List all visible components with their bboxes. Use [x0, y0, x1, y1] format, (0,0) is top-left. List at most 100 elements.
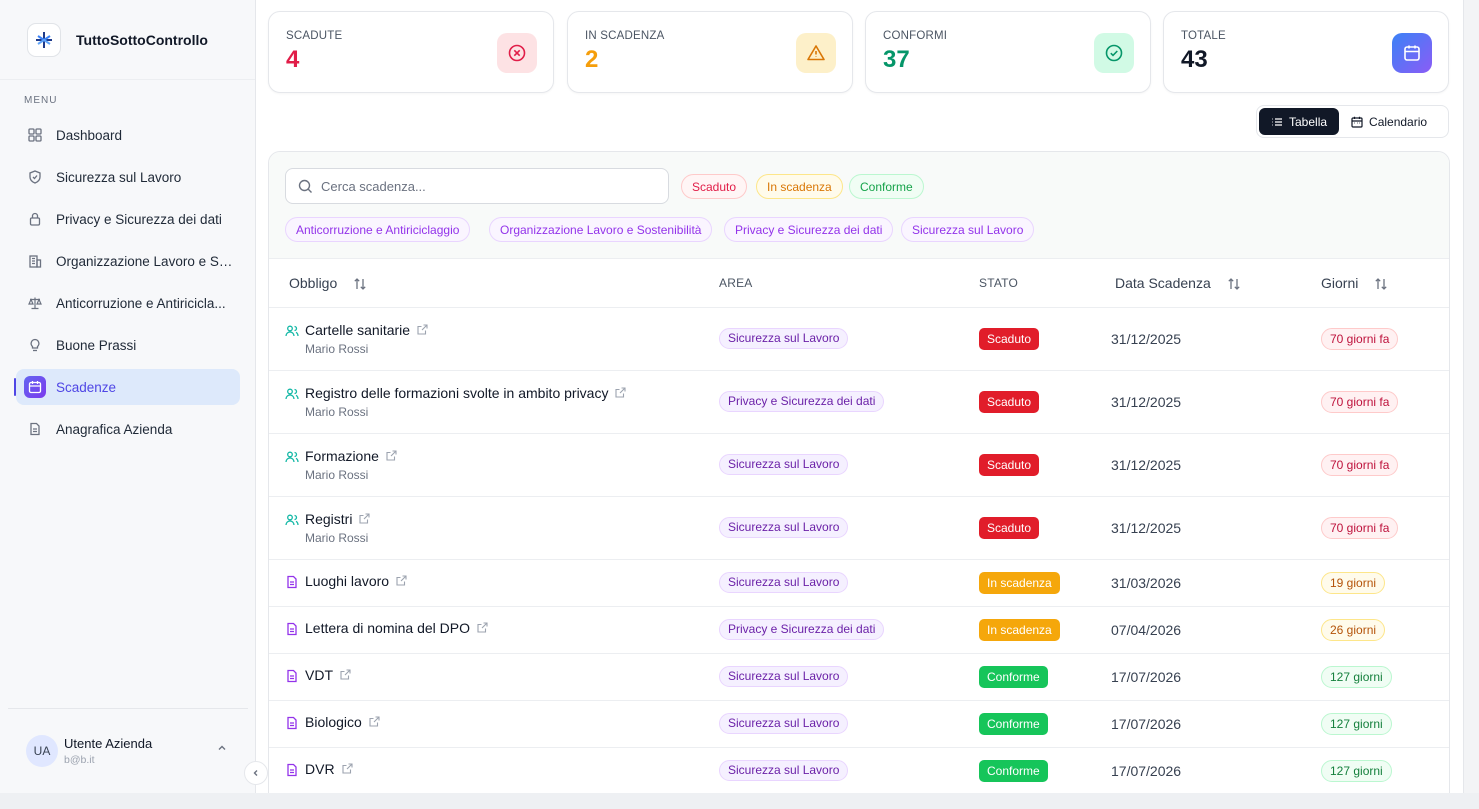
- external-link-icon[interactable]: [359, 511, 371, 527]
- status-badge: In scadenza: [979, 571, 1060, 594]
- cell-obbligo: Cartelle sanitarie Mario Rossi: [269, 307, 719, 371]
- table-row[interactable]: Lettera di nomina del DPO Privacy e Sicur…: [269, 606, 1449, 654]
- sidebar-item-anagrafica[interactable]: Anagrafica Azienda: [16, 411, 240, 447]
- filter-chip-conforme[interactable]: Conforme: [849, 174, 924, 199]
- filter-chip-organizzazione[interactable]: Organizzazione Lavoro e Sostenibilità: [489, 217, 713, 242]
- lock-icon: [24, 208, 46, 230]
- column-header-giorni[interactable]: Giorni: [1321, 259, 1449, 308]
- status-badge: Scaduto: [979, 516, 1040, 539]
- file-icon: [285, 667, 299, 686]
- external-link-icon[interactable]: [340, 667, 351, 683]
- tab-tabella[interactable]: Tabella: [1259, 108, 1340, 135]
- cell-data: 31/12/2025: [1111, 307, 1321, 371]
- table-row[interactable]: Registro delle formazioni svolte in ambi…: [269, 370, 1449, 434]
- sidebar-item-anticorruzione[interactable]: Anticorruzione e Antiricicla...: [16, 285, 240, 321]
- responsible-person: Mario Rossi: [305, 467, 369, 482]
- obligation-title[interactable]: Formazione: [305, 448, 379, 464]
- cell-obbligo: Lettera di nomina del DPO: [269, 606, 719, 654]
- cell-obbligo: Biologico: [269, 700, 719, 748]
- filters-bar: Scaduto In scadenza Conforme Anticorruzi…: [269, 152, 1449, 259]
- filter-chip-privacy[interactable]: Privacy e Sicurezza dei dati: [724, 217, 894, 242]
- tab-calendario[interactable]: Calendario: [1339, 108, 1439, 135]
- cell-stato: Conforme: [979, 653, 1111, 701]
- sidebar-item-label: Anticorruzione e Antiricicla...: [56, 295, 226, 311]
- sidebar-item-sicurezza-lavoro[interactable]: Sicurezza sul Lavoro: [16, 159, 240, 195]
- stat-value: 4: [286, 46, 300, 73]
- status-badge: Conforme: [979, 759, 1048, 782]
- filter-chip-in-scadenza[interactable]: In scadenza: [756, 174, 843, 199]
- column-header-label: Data Scadenza: [1115, 274, 1211, 291]
- cell-area: Privacy e Sicurezza dei dati: [719, 606, 979, 654]
- page-scrollbar[interactable]: [1463, 0, 1479, 793]
- chevron-up-icon[interactable]: [216, 741, 228, 759]
- user-email: b@b.it: [64, 754, 95, 766]
- sidebar: TuttoSottoControllo MENU Dashboard Sicur…: [0, 0, 256, 793]
- file-icon: [285, 573, 299, 592]
- external-link-icon[interactable]: [369, 714, 380, 730]
- external-link-icon[interactable]: [615, 385, 627, 401]
- filter-chip-sicurezza[interactable]: Sicurezza sul Lavoro: [901, 217, 1035, 242]
- file-icon: [285, 714, 299, 733]
- due-date: 31/12/2025: [1111, 393, 1182, 410]
- table-row[interactable]: VDT Sicurezza sul Lavoro Conforme 17/07/202…: [269, 653, 1449, 701]
- obligation-title[interactable]: Biologico: [305, 714, 362, 730]
- brand[interactable]: TuttoSottoControllo: [0, 0, 255, 80]
- search-box: [285, 168, 669, 204]
- days-badge: 127 giorni: [1321, 712, 1392, 735]
- table-row[interactable]: Luoghi lavoro Sicurezza sul Lavoro In scad…: [269, 559, 1449, 607]
- cell-stato: Scaduto: [979, 370, 1111, 434]
- tab-label: Tabella: [1289, 114, 1328, 129]
- users-icon: [285, 322, 299, 341]
- sort-icon: [1227, 277, 1240, 290]
- brand-logo-icon: [27, 22, 61, 57]
- due-date: 31/12/2025: [1111, 519, 1182, 536]
- cell-stato: In scadenza: [979, 606, 1111, 654]
- search-input[interactable]: [321, 178, 651, 194]
- stat-value: 2: [585, 46, 599, 73]
- calendar-icon: [1351, 116, 1363, 128]
- cell-giorni: 19 giorni: [1321, 559, 1449, 607]
- obligation-title[interactable]: DVR: [305, 761, 335, 777]
- status-badge: Conforme: [979, 665, 1048, 688]
- obligation-title[interactable]: VDT: [305, 667, 333, 683]
- due-date: 17/07/2026: [1111, 762, 1182, 779]
- days-badge: 26 giorni: [1321, 618, 1386, 641]
- sidebar-collapse-button[interactable]: [244, 761, 268, 785]
- cell-giorni: 70 giorni fa: [1321, 433, 1449, 497]
- obligation-title[interactable]: Luoghi lavoro: [305, 573, 389, 589]
- sidebar-item-buone-prassi[interactable]: Buone Prassi: [16, 327, 240, 363]
- table-row[interactable]: Registri Mario Rossi Sicurezza sul Lavoro S…: [269, 496, 1449, 560]
- table-row[interactable]: Cartelle sanitarie Mario Rossi Sicurezza s…: [269, 307, 1449, 371]
- column-header-data-scadenza[interactable]: Data Scadenza: [1111, 259, 1321, 308]
- external-link-icon[interactable]: [342, 761, 353, 777]
- column-header-label: Obbligo: [289, 274, 338, 291]
- filter-chip-scaduto[interactable]: Scaduto: [681, 174, 748, 199]
- sort-icon: [354, 277, 366, 290]
- cell-obbligo: VDT: [269, 653, 719, 701]
- sidebar-item-organizzazione[interactable]: Organizzazione Lavoro e So...: [16, 243, 240, 279]
- sidebar-item-privacy[interactable]: Privacy e Sicurezza dei dati: [16, 201, 240, 237]
- sort-icon: [1375, 277, 1387, 290]
- external-link-icon[interactable]: [477, 620, 488, 636]
- external-link-icon[interactable]: [417, 322, 428, 338]
- table-row[interactable]: Biologico Sicurezza sul Lavoro Conforme 17/…: [269, 700, 1449, 748]
- obligation-title[interactable]: Registri: [305, 511, 352, 527]
- sidebar-item-label: Privacy e Sicurezza dei dati: [56, 211, 222, 227]
- table-row[interactable]: DVR Sicurezza sul Lavoro Conforme 17/07/202…: [269, 747, 1449, 795]
- obligation-title[interactable]: Lettera di nomina del DPO: [305, 620, 470, 636]
- table-row[interactable]: Formazione Mario Rossi Sicurezza sul Lavor…: [269, 433, 1449, 497]
- external-link-icon[interactable]: [396, 573, 407, 589]
- due-date: 31/12/2025: [1111, 330, 1182, 347]
- column-header-obbligo[interactable]: Obbligo: [269, 259, 719, 308]
- list-icon: [1272, 117, 1282, 126]
- external-link-icon[interactable]: [386, 448, 397, 464]
- sidebar-item-dashboard[interactable]: Dashboard: [16, 117, 240, 153]
- filter-chip-anticorruzione[interactable]: Anticorruzione e Antiriciclaggio: [285, 217, 471, 242]
- obligation-title[interactable]: Registro delle formazioni svolte in ambi…: [305, 385, 608, 401]
- user-menu[interactable]: UA Utente Azienda b@b.it: [8, 708, 248, 793]
- sidebar-item-scadenze[interactable]: Scadenze: [14, 369, 240, 405]
- cell-stato: Conforme: [979, 700, 1111, 748]
- cell-data: 31/12/2025: [1111, 433, 1321, 497]
- column-header-label: Giorni: [1321, 274, 1359, 291]
- obligation-title[interactable]: Cartelle sanitarie: [305, 322, 410, 338]
